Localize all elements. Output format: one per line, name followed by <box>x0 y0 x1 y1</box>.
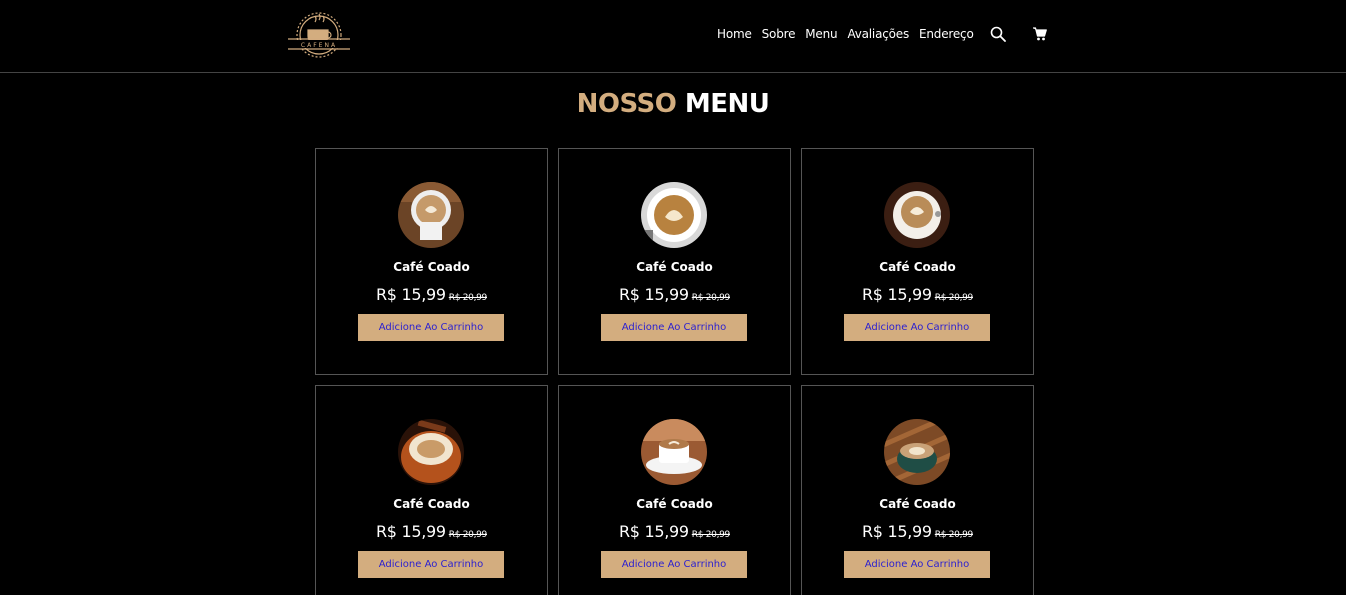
item-price: R$ 15,99 <box>375 285 446 304</box>
price-row: R$ 15,99 R$ 20,99 <box>559 285 790 305</box>
price-row: R$ 15,99 R$ 20,99 <box>802 522 1033 542</box>
menu-card: Café Coado R$ 15,99 R$ 20,99 Adicione Ao … <box>801 148 1034 375</box>
menu-title-rest: MENU <box>684 89 770 119</box>
add-to-cart-button[interactable]: Adicione Ao Carrinho <box>844 314 990 341</box>
cart-icon[interactable] <box>1031 25 1049 43</box>
price-row: R$ 15,99 R$ 20,99 <box>316 522 547 542</box>
coffee-image <box>398 182 464 248</box>
coffee-image <box>641 419 707 485</box>
price-row: R$ 15,99 R$ 20,99 <box>316 285 547 305</box>
nav-home[interactable]: Home <box>717 27 752 41</box>
add-to-cart-button[interactable]: Adicione Ao Carrinho <box>601 551 747 578</box>
item-price: R$ 15,99 <box>618 522 689 541</box>
item-price: R$ 15,99 <box>618 285 689 304</box>
item-name: Café Coado <box>879 260 956 274</box>
search-icon[interactable] <box>989 25 1007 43</box>
menu-card: Café Coado R$ 15,99 R$ 20,99 Adicione Ao … <box>801 385 1034 595</box>
main-nav: Home Sobre Menu Avaliações Endereço <box>717 26 984 42</box>
item-price: R$ 15,99 <box>861 285 932 304</box>
item-name: Café Coado <box>636 497 713 511</box>
coffee-image <box>884 182 950 248</box>
price-row: R$ 15,99 R$ 20,99 <box>802 285 1033 305</box>
menu-title-accent: NOSSO <box>576 89 677 119</box>
item-old-price: R$ 20,99 <box>934 530 974 540</box>
item-price: R$ 15,99 <box>375 522 446 541</box>
item-price: R$ 15,99 <box>861 522 932 541</box>
item-name: Café Coado <box>636 260 713 274</box>
nav-endereco[interactable]: Endereço <box>919 27 974 41</box>
price-row: R$ 15,99 R$ 20,99 <box>559 522 790 542</box>
add-to-cart-button[interactable]: Adicione Ao Carrinho <box>844 551 990 578</box>
menu-card: Café Coado R$ 15,99 R$ 20,99 Adicione Ao … <box>315 148 548 375</box>
add-to-cart-button[interactable]: Adicione Ao Carrinho <box>601 314 747 341</box>
menu-title: NOSSO MENU <box>0 89 1346 119</box>
coffee-image <box>641 182 707 248</box>
menu-card: Café Coado R$ 15,99 R$ 20,99 Adicione Ao … <box>558 385 791 595</box>
coffee-image <box>884 419 950 485</box>
item-old-price: R$ 20,99 <box>934 293 974 303</box>
nav-sobre[interactable]: Sobre <box>762 27 796 41</box>
coffee-image <box>398 419 464 485</box>
item-name: Café Coado <box>393 260 470 274</box>
item-name: Café Coado <box>393 497 470 511</box>
item-old-price: R$ 20,99 <box>448 530 488 540</box>
item-name: Café Coado <box>879 497 956 511</box>
cafena-logo[interactable]: CAFENA <box>286 8 352 62</box>
add-to-cart-button[interactable]: Adicione Ao Carrinho <box>358 314 504 341</box>
logo-wordmark: CAFENA <box>301 42 337 49</box>
nav-menu[interactable]: Menu <box>805 27 837 41</box>
add-to-cart-button[interactable]: Adicione Ao Carrinho <box>358 551 504 578</box>
item-old-price: R$ 20,99 <box>448 293 488 303</box>
site-header: CAFENA Home Sobre Menu Avaliações Endere… <box>0 0 1346 73</box>
menu-card: Café Coado R$ 15,99 R$ 20,99 Adicione Ao … <box>558 148 791 375</box>
menu-card: Café Coado R$ 15,99 R$ 20,99 Adicione Ao … <box>315 385 548 595</box>
nav-avaliacoes[interactable]: Avaliações <box>847 27 909 41</box>
item-old-price: R$ 20,99 <box>691 293 731 303</box>
item-old-price: R$ 20,99 <box>691 530 731 540</box>
